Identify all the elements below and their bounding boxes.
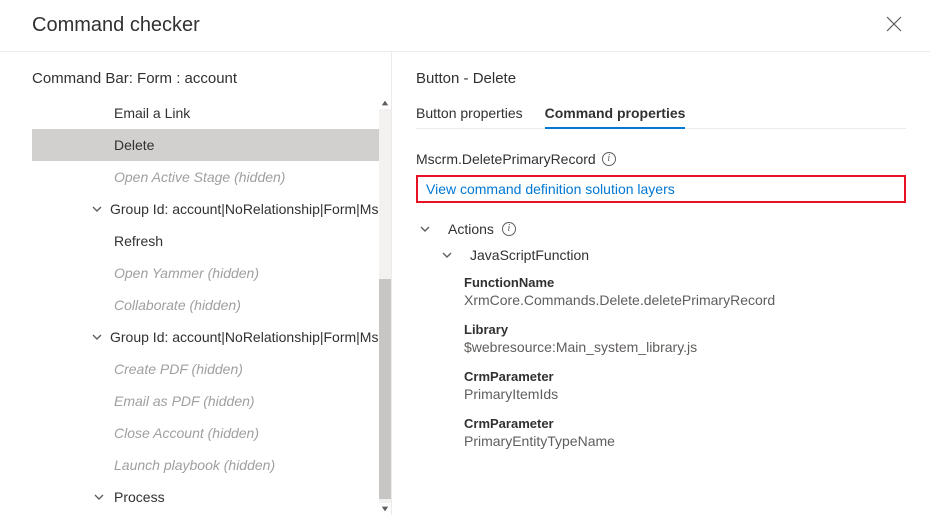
tree-item[interactable]: Close Account (hidden) [32, 417, 385, 449]
prop-label: FunctionName [464, 275, 906, 290]
tab[interactable]: Button properties [416, 99, 523, 129]
triangle-up-icon [381, 99, 389, 107]
prop-block: Library $webresource:Main_system_library.… [464, 322, 906, 355]
dialog-header: Command checker [0, 0, 930, 52]
tree-item[interactable]: Launch playbook (hidden) [32, 449, 385, 481]
tree-item[interactable]: Email a Link [32, 97, 385, 129]
tree-item-label: Collaborate (hidden) [114, 297, 241, 313]
tree-item[interactable]: Collaborate (hidden) [32, 289, 385, 321]
dialog-body: Command Bar: Form : account Email a Link… [0, 52, 930, 515]
prop-label: CrmParameter [464, 416, 906, 431]
tree-item[interactable]: Group Id: account|NoRelationship|Form|Ms… [32, 321, 385, 353]
command-checker-dialog: Command checker Command Bar: Form : acco… [0, 0, 930, 515]
triangle-down-icon [381, 505, 389, 513]
tree-item[interactable]: Create PDF (hidden) [32, 353, 385, 385]
tree-item-label: Email as PDF (hidden) [114, 393, 255, 409]
chevron-down-icon [92, 332, 102, 342]
tree-item[interactable]: Group Id: account|NoRelationship|Form|Ms… [32, 193, 385, 225]
tree-item[interactable]: Open Active Stage (hidden) [32, 161, 385, 193]
scroll-down-arrow[interactable] [379, 503, 391, 515]
tree-item[interactable]: Refresh [32, 225, 385, 257]
prop-label: CrmParameter [464, 369, 906, 384]
tree-item-label: Refresh [114, 233, 163, 249]
prop-value: PrimaryItemIds [464, 386, 906, 402]
command-bar-title: Command Bar: Form : account [32, 70, 391, 87]
tree-item[interactable]: Delete [32, 129, 385, 161]
tree-item-label: Create PDF (hidden) [114, 361, 243, 377]
left-panel: Command Bar: Form : account Email a Link… [0, 52, 392, 515]
scrollbar-vertical[interactable] [379, 97, 391, 515]
prop-block: FunctionName XrmCore.Commands.Delete.dele… [464, 275, 906, 308]
scroll-up-arrow[interactable] [379, 97, 391, 109]
command-id-row: Mscrm.DeletePrimaryRecord i [416, 151, 906, 167]
actions-header[interactable]: Actions i [418, 221, 906, 237]
info-icon[interactable]: i [602, 152, 616, 166]
close-button[interactable] [886, 16, 902, 35]
chevron-down-icon [440, 250, 454, 260]
right-panel: Button - Delete Button properties Command… [392, 52, 930, 515]
tree-wrap: Email a Link Delete Open Active Stage (hid… [32, 97, 391, 515]
tab-bar: Button properties Command properties [416, 99, 906, 129]
prop-block: CrmParameter PrimaryItemIds [464, 369, 906, 402]
info-icon[interactable]: i [502, 222, 516, 236]
command-tree[interactable]: Email a Link Delete Open Active Stage (hid… [32, 97, 391, 515]
prop-value: $webresource:Main_system_library.js [464, 339, 906, 355]
scrollbar-thumb[interactable] [379, 279, 391, 499]
jsfunction-label: JavaScriptFunction [470, 247, 589, 263]
scrollbar-track[interactable] [379, 109, 391, 503]
close-icon [886, 16, 902, 32]
tree-item-label: Open Active Stage (hidden) [114, 169, 285, 185]
tree-item[interactable]: Process [32, 481, 385, 513]
view-solution-layers-link[interactable]: View command definition solution layers [426, 181, 675, 197]
actions-section: Actions i JavaScriptFunction FunctionNam… [418, 221, 906, 463]
solution-layers-highlight: View command definition solution layers [416, 175, 906, 203]
tree-item-label: Launch playbook (hidden) [114, 457, 275, 473]
tree-item-label: Email a Link [114, 105, 190, 121]
tree-item-label: Close Account (hidden) [114, 425, 259, 441]
prop-value: XrmCore.Commands.Delete.deletePrimaryRec… [464, 292, 906, 308]
prop-label: Library [464, 322, 906, 337]
command-id: Mscrm.DeletePrimaryRecord [416, 151, 596, 167]
dialog-title: Command checker [32, 14, 200, 37]
chevron-down-icon [92, 204, 102, 214]
tree-item[interactable]: Email as PDF (hidden) [32, 385, 385, 417]
entity-title: Button - Delete [416, 70, 906, 87]
props-list: FunctionName XrmCore.Commands.Delete.dele… [418, 275, 906, 449]
tab[interactable]: Command properties [545, 99, 686, 129]
chevron-down-icon [92, 492, 106, 502]
jsfunction-header[interactable]: JavaScriptFunction [440, 247, 906, 263]
tree-item[interactable]: Open Yammer (hidden) [32, 257, 385, 289]
tree-item-label: Group Id: account|NoRelationship|Form|Ms… [110, 329, 385, 345]
chevron-down-icon [418, 224, 432, 234]
prop-value: PrimaryEntityTypeName [464, 433, 906, 449]
prop-block: CrmParameter PrimaryEntityTypeName [464, 416, 906, 449]
tree-item-label: Group Id: account|NoRelationship|Form|Ms… [110, 201, 385, 217]
tree-item-label: Open Yammer (hidden) [114, 265, 259, 281]
tree-item-label: Delete [114, 137, 154, 153]
actions-label: Actions [448, 221, 494, 237]
tree-item-label: Process [114, 489, 165, 505]
